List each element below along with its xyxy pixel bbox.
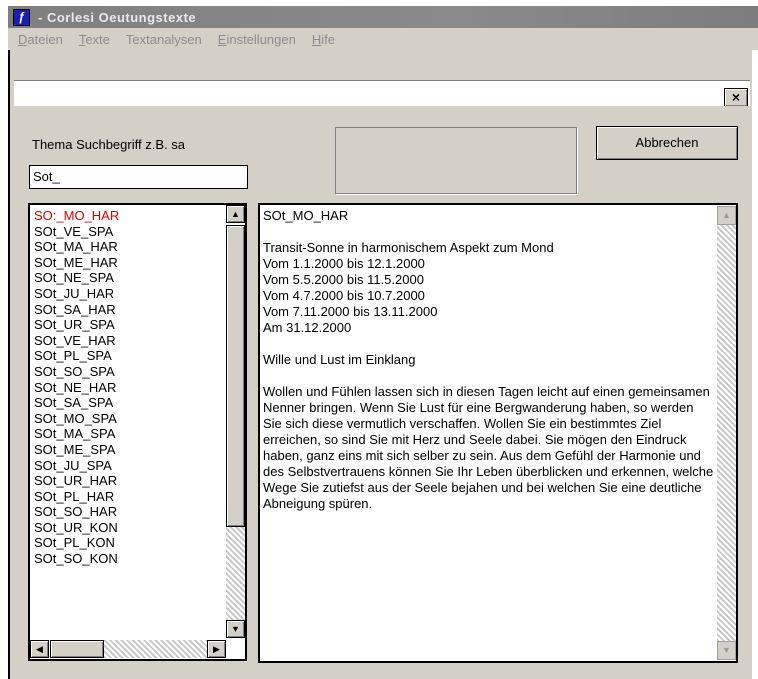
menu-einstellungen[interactable]: Einstellungen <box>218 32 296 47</box>
close-button[interactable]: × <box>724 88 748 107</box>
topic-list-item[interactable]: SOt_SO_HAR <box>34 504 119 520</box>
info-panel <box>335 127 577 194</box>
menu-dateien-accel: D <box>18 31 28 47</box>
menu-texte[interactable]: Texte <box>79 32 110 47</box>
cancel-button[interactable]: Abbrechen <box>596 126 738 160</box>
menu-einstellungen-rest: instellungen <box>226 31 296 47</box>
topic-list-item[interactable]: SOt_JU_SPA <box>34 458 119 474</box>
menu-hife[interactable]: Hife <box>312 32 335 47</box>
text-spacer <box>263 336 715 352</box>
text-scroll-down-icon[interactable]: ▼ <box>717 641 736 660</box>
search-label: Thema Suchbegriff z.B. sa <box>32 137 185 152</box>
text-date-5: Am 31.12.2000 <box>263 320 352 335</box>
menu-texte-rest: exte <box>85 31 110 47</box>
topic-list-item[interactable]: SOt_MO_SPA <box>34 411 119 427</box>
topic-list-items: SO:_MO_HAR SOt_VE_SPA SOt_MA_HAR SOt_ME_HAR… <box>34 208 119 567</box>
menu-dateien[interactable]: Dateien <box>18 32 63 47</box>
topic-list-item[interactable]: SOt_SO_SPA <box>34 364 119 380</box>
menu-textanalysen-label: Textanalysen <box>125 31 202 47</box>
scroll-down-icon[interactable]: ▼ <box>226 620 245 638</box>
menu-textanalysen[interactable]: Textanalysen <box>126 32 202 47</box>
topic-list-item[interactable]: SOt_JU_HAR <box>34 286 119 302</box>
text-scroll-up-icon[interactable]: ▲ <box>717 206 736 225</box>
text-heading: SOt_MO_HAR <box>263 208 349 223</box>
topic-list-item[interactable]: SOt_NE_SPA <box>34 270 119 286</box>
topic-list-item[interactable]: SOt_PL_KON <box>34 535 119 551</box>
menu-bar: Dateien Texte Textanalysen Einstellungen… <box>8 28 758 50</box>
text-date-3: Vom 4.7.2000 bis 10.7.2000 <box>263 288 425 303</box>
text-spacer <box>263 368 715 384</box>
topic-list-item[interactable]: SOt_ME_HAR <box>34 255 119 271</box>
interpretation-text-panel[interactable]: SOt_MO_HAR Transit-Sonne in harmonischem… <box>258 203 738 663</box>
topic-list-item[interactable]: SOt_PL_SPA <box>34 348 119 364</box>
topic-list-item[interactable]: SOt_MA_SPA <box>34 426 119 442</box>
topic-list-item[interactable]: SO:_MO_HAR <box>34 208 119 224</box>
text-date-2: Vom 5.5.2000 bis 11.5.2000 <box>263 272 424 287</box>
text-spacer <box>263 224 715 240</box>
topic-list-item[interactable]: SOt_VE_HAR <box>34 333 119 349</box>
interpretation-text: SOt_MO_HAR Transit-Sonne in harmonischem… <box>263 208 715 512</box>
topic-list-item[interactable]: SOt_ME_SPA <box>34 442 119 458</box>
topic-list[interactable]: SO:_MO_HAR SOt_VE_SPA SOt_MA_HAR SOt_ME_HAR… <box>28 203 247 661</box>
topic-list-item[interactable]: SOt_SO_KON <box>34 551 119 567</box>
topic-list-item[interactable]: SOt_SA_SPA <box>34 395 119 411</box>
scroll-track[interactable] <box>226 527 245 620</box>
topic-list-vscroll[interactable]: ▲ ▼ <box>226 205 245 638</box>
topic-list-item[interactable]: SOt_UR_HAR <box>34 473 119 489</box>
text-subtitle: Transit-Sonne in harmonischem Aspekt zum… <box>263 240 554 255</box>
topic-list-item[interactable]: SOt_MA_HAR <box>34 239 119 255</box>
menu-hife-rest: ife <box>321 31 335 47</box>
search-input[interactable]: Sot_ <box>29 165 248 189</box>
topic-list-item[interactable]: SOt_UR_SPA <box>34 317 119 333</box>
scroll-up-icon[interactable]: ▲ <box>226 205 245 223</box>
scroll-right-icon[interactable]: ▶ <box>207 640 226 658</box>
topic-list-item[interactable]: SOt_VE_SPA <box>34 224 119 240</box>
menu-dateien-rest: ateien <box>27 31 63 47</box>
text-theme: Wille und Lust im Einklang <box>263 352 416 367</box>
text-body: Wollen und Fühlen lassen sich in diesen … <box>263 384 717 511</box>
text-date-4: Vom 7.11.2000 bis 13.11.2000 <box>263 304 438 319</box>
topic-list-hscroll[interactable]: ◀ ▶ <box>30 638 245 659</box>
topic-list-item[interactable]: SOt_SA_HAR <box>34 302 119 318</box>
topic-list-item[interactable]: SOt_NE_HAR <box>34 380 119 396</box>
hscroll-track[interactable] <box>104 640 207 658</box>
text-date-1: Vom 1.1.2000 bis 12.1.2000 <box>263 256 425 271</box>
scroll-left-icon[interactable]: ◀ <box>30 640 49 658</box>
menu-hife-accel: H <box>311 31 322 47</box>
topic-list-item[interactable]: SOt_PL_HAR <box>34 489 119 505</box>
app-logo-icon[interactable]: ƒ <box>13 8 30 26</box>
hscroll-thumb[interactable] <box>50 640 104 658</box>
scroll-thumb[interactable] <box>226 225 245 527</box>
text-scroll-track[interactable] <box>717 225 736 641</box>
window-title: - Corlesi Oeutungstexte <box>38 9 197 25</box>
title-bar: ƒ - Corlesi Oeutungstexte <box>8 6 758 28</box>
topic-list-item[interactable]: SOt_UR_KON <box>34 520 119 536</box>
dialog-caption-bar <box>14 80 750 106</box>
text-vscroll[interactable]: ▲ ▼ <box>716 205 736 661</box>
